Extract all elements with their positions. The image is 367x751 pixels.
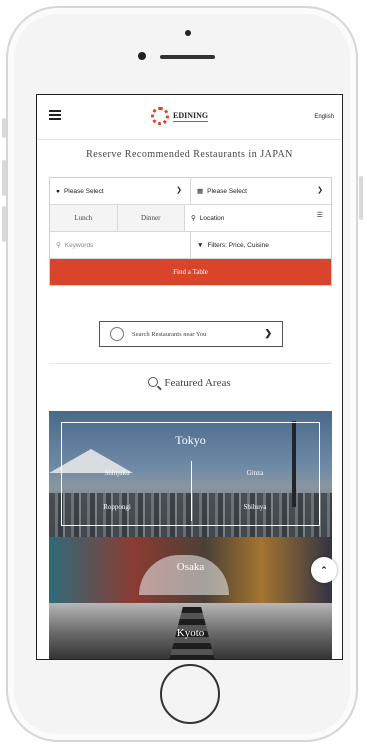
find-table-button[interactable]: Find a Table (50, 259, 331, 285)
keyword-placeholder: Keywords (64, 241, 94, 249)
logo-mark-icon (151, 107, 169, 125)
search-near-button[interactable]: Search Restaurants near You ❯ (99, 321, 283, 347)
keyword-filter-row: ⚲ Keywords ▼ Filters: Price, Cuisine (50, 232, 331, 259)
area-card-tokyo[interactable]: Tokyo Shinjuku Ginza Roppongi Shibuya (49, 411, 332, 537)
search-near-label: Search Restaurants near You (132, 330, 207, 338)
person-location-icon (110, 327, 124, 341)
top-bar: EDINING English (37, 95, 342, 140)
chevron-up-icon: ⌃ (320, 564, 328, 575)
logo-text: EDINING (173, 110, 209, 122)
location-pin-icon: ⚲ (191, 215, 196, 222)
magnifier-icon (148, 377, 159, 387)
calendar-icon: ▦ (197, 188, 204, 195)
subarea-shibuya[interactable]: Shibuya (215, 503, 295, 511)
site-logo[interactable]: EDINING (151, 105, 209, 127)
filter-icon: ▼ (197, 241, 204, 249)
side-button (2, 118, 6, 138)
front-camera (138, 52, 146, 60)
meal-toggle: Lunch Dinner (50, 205, 184, 231)
list-icon[interactable]: ☰ (317, 211, 323, 219)
chevron-down-icon: ❯ (317, 187, 323, 194)
chevron-down-icon: ❯ (176, 187, 182, 194)
date-select-value: Please Select (207, 187, 247, 195)
meal-location-row: Lunch Dinner ⚲ Location ☰ (50, 205, 331, 232)
area-select-value: Please Select (63, 187, 104, 195)
filters-label: Filters: Price, Cuisine (207, 241, 269, 249)
meal-dinner-button[interactable]: Dinner (116, 205, 184, 231)
search-headline: Reserve Recommended Restaurants in JAPAN (86, 149, 293, 160)
area-title-kyoto[interactable]: Kyoto (49, 627, 332, 639)
phone-screen: EDINING English Reserve Recommended Rest… (36, 94, 343, 660)
meal-lunch-button[interactable]: Lunch (50, 205, 117, 231)
select-row: ● Please Select ❯ ▦ Please Select ❯ (50, 178, 331, 205)
speaker-grille (160, 55, 215, 59)
location-field[interactable]: ⚲ Location ☰ (184, 205, 331, 231)
divider (49, 363, 332, 364)
sensor-dot (185, 30, 191, 36)
pin-icon: ● (56, 187, 60, 195)
frame-divider (191, 461, 192, 521)
area-title-osaka[interactable]: Osaka (49, 561, 332, 573)
language-link[interactable]: English (314, 114, 334, 120)
date-select[interactable]: ▦ Please Select ❯ (190, 178, 331, 204)
menu-icon[interactable] (49, 110, 61, 120)
subarea-ginza[interactable]: Ginza (215, 469, 295, 477)
featured-areas-heading: Featured Areas (37, 377, 342, 389)
area-card-osaka[interactable]: Osaka (49, 537, 332, 603)
subarea-shinjuku[interactable]: Shinjuku (77, 469, 157, 477)
location-label: Location (199, 214, 225, 222)
area-title-tokyo[interactable]: Tokyo (49, 433, 332, 448)
home-button[interactable] (160, 664, 220, 724)
subarea-roppongi[interactable]: Roppongi (77, 503, 157, 511)
search-icon: ⚲ (56, 242, 61, 249)
scroll-to-top-button[interactable]: ⌃ (311, 557, 337, 583)
featured-title: Featured Areas (164, 377, 231, 389)
area-select[interactable]: ● Please Select ❯ (50, 178, 190, 204)
keyword-input[interactable]: ⚲ Keywords (50, 232, 190, 258)
volume-up-button (2, 160, 6, 196)
volume-down-button (2, 206, 6, 242)
power-button (359, 176, 363, 220)
filters-button[interactable]: ▼ Filters: Price, Cuisine (190, 232, 331, 258)
search-form: ● Please Select ❯ ▦ Please Select ❯ Lunc… (49, 177, 332, 286)
chevron-right-icon: ❯ (264, 328, 272, 338)
area-card-kyoto[interactable]: Kyoto (49, 603, 332, 659)
